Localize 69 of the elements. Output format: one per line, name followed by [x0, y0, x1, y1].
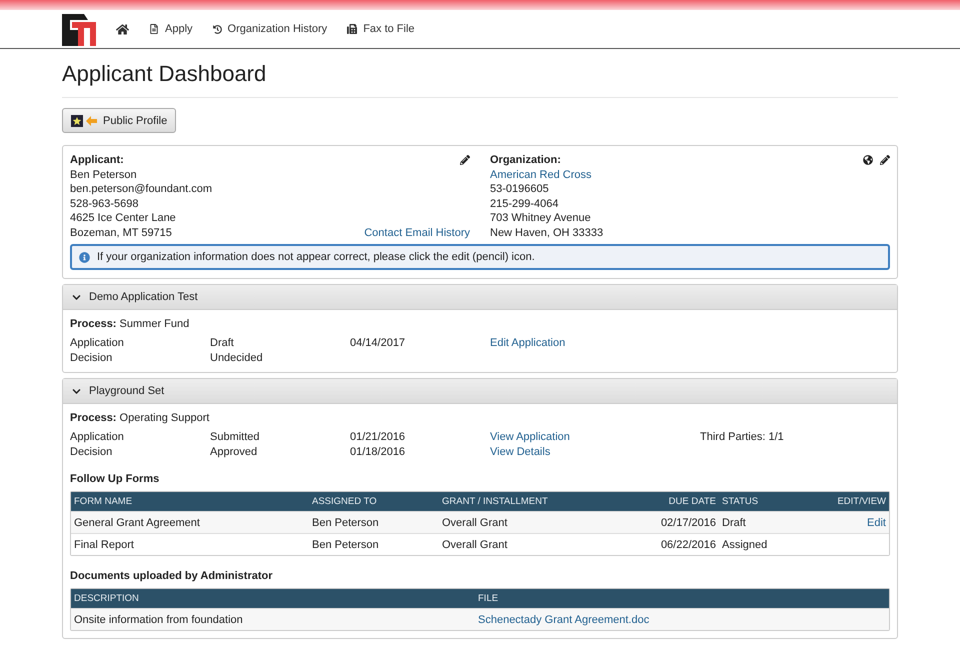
- table-cell: Onsite information from foundation: [71, 609, 475, 630]
- date-text: 01/18/2016: [350, 446, 406, 458]
- history-icon: [212, 24, 222, 34]
- applicant-detail: Ben Peterson: [70, 168, 138, 182]
- row-label: Decision: [70, 350, 114, 365]
- section-heading: Follow Up Forms: [70, 473, 160, 485]
- contact-history-link[interactable]: Contact Email History: [364, 226, 470, 240]
- date-text: 01/21/2016: [350, 431, 406, 443]
- chevron-icon: [72, 292, 81, 302]
- document-icon: [149, 24, 159, 34]
- applicant-detail: 528-963-5698: [70, 196, 140, 211]
- organization-detail: New Haven, OH 33333: [490, 226, 604, 240]
- column-header: DESCRIPTION: [71, 589, 475, 608]
- logo: [62, 12, 96, 46]
- panel-header[interactable]: Demo Application Test: [63, 285, 897, 310]
- nav-link[interactable]: Fax to File: [347, 23, 415, 35]
- globe-icon[interactable]: [863, 155, 873, 166]
- table-cell: 02/17/2016: [579, 512, 719, 533]
- row-label: Application: [70, 336, 125, 350]
- fax-icon: [347, 24, 358, 34]
- status-text: Approved: [210, 444, 258, 459]
- column-header: FILE: [475, 589, 889, 608]
- organization-detail: 53-0196605: [490, 182, 550, 196]
- row-label: Application: [70, 430, 125, 444]
- column-header: GRANT / INSTALLMENT: [439, 492, 579, 511]
- home-link[interactable]: [116, 22, 129, 36]
- nav-link[interactable]: Apply: [149, 23, 193, 35]
- applicant-detail: 4625 Ice Center Lane: [70, 211, 177, 226]
- organization-heading: Organization:: [490, 153, 561, 168]
- organization-detail: 215-299-4064: [490, 196, 560, 211]
- nav-link[interactable]: Organization History: [212, 23, 328, 35]
- section-heading: Documents uploaded by Administrator: [70, 570, 274, 582]
- date-text: 04/14/2017: [350, 337, 406, 349]
- table-link[interactable]: Schenectady Grant Agreement.doc: [478, 614, 650, 626]
- page-title: Applicant Dashboard: [62, 61, 898, 98]
- table-link[interactable]: Edit: [867, 516, 886, 528]
- applicant-detail: Bozeman, MT 59715: [70, 226, 172, 240]
- column-header: EDIT/VIEW: [799, 492, 889, 511]
- info-icon: [79, 252, 90, 262]
- organization-link[interactable]: American Red Cross: [490, 168, 890, 182]
- application-link[interactable]: View Details: [490, 446, 550, 458]
- edit-icon[interactable]: [460, 155, 470, 166]
- application-link[interactable]: View Application: [490, 431, 570, 443]
- column-header: ASSIGNED TO: [309, 492, 439, 511]
- organization-detail: 703 Whitney Avenue: [490, 211, 592, 226]
- status-text: Undecided: [210, 350, 264, 365]
- column-header: FORM NAME: [71, 492, 309, 511]
- chevron-icon: [72, 386, 81, 396]
- column-header: STATUS: [719, 492, 799, 511]
- note-text: Third Parties: 1/1: [700, 431, 784, 443]
- process-label: Process: Operating Support: [70, 412, 210, 424]
- column-header: DUE DATE: [579, 492, 719, 511]
- applicant-detail: ben.peterson@foundant.com: [70, 182, 214, 196]
- panel-header[interactable]: Playground Set: [63, 379, 897, 404]
- public-profile-button[interactable]: Public Profile: [62, 108, 176, 133]
- badge-icon: [71, 114, 99, 126]
- table-cell: Overall Grant: [439, 512, 579, 533]
- application-link[interactable]: Edit Application: [490, 337, 566, 349]
- applicant-heading: Applicant:: [70, 153, 124, 168]
- edit-icon[interactable]: [880, 155, 890, 166]
- table-cell: Draft: [719, 512, 799, 533]
- row-label: Decision: [70, 444, 114, 459]
- status-text: Draft: [210, 336, 235, 350]
- table-cell: General Grant Agreement: [71, 512, 309, 533]
- status-text: Submitted: [210, 430, 261, 444]
- table-cell: Ben Peterson: [309, 512, 439, 533]
- notice-text: If your organization information does not appear correct, please click the edit (pencil) icon.: [97, 251, 535, 263]
- home-icon: [116, 22, 129, 36]
- process-label: Process: Summer Fund: [70, 318, 190, 330]
